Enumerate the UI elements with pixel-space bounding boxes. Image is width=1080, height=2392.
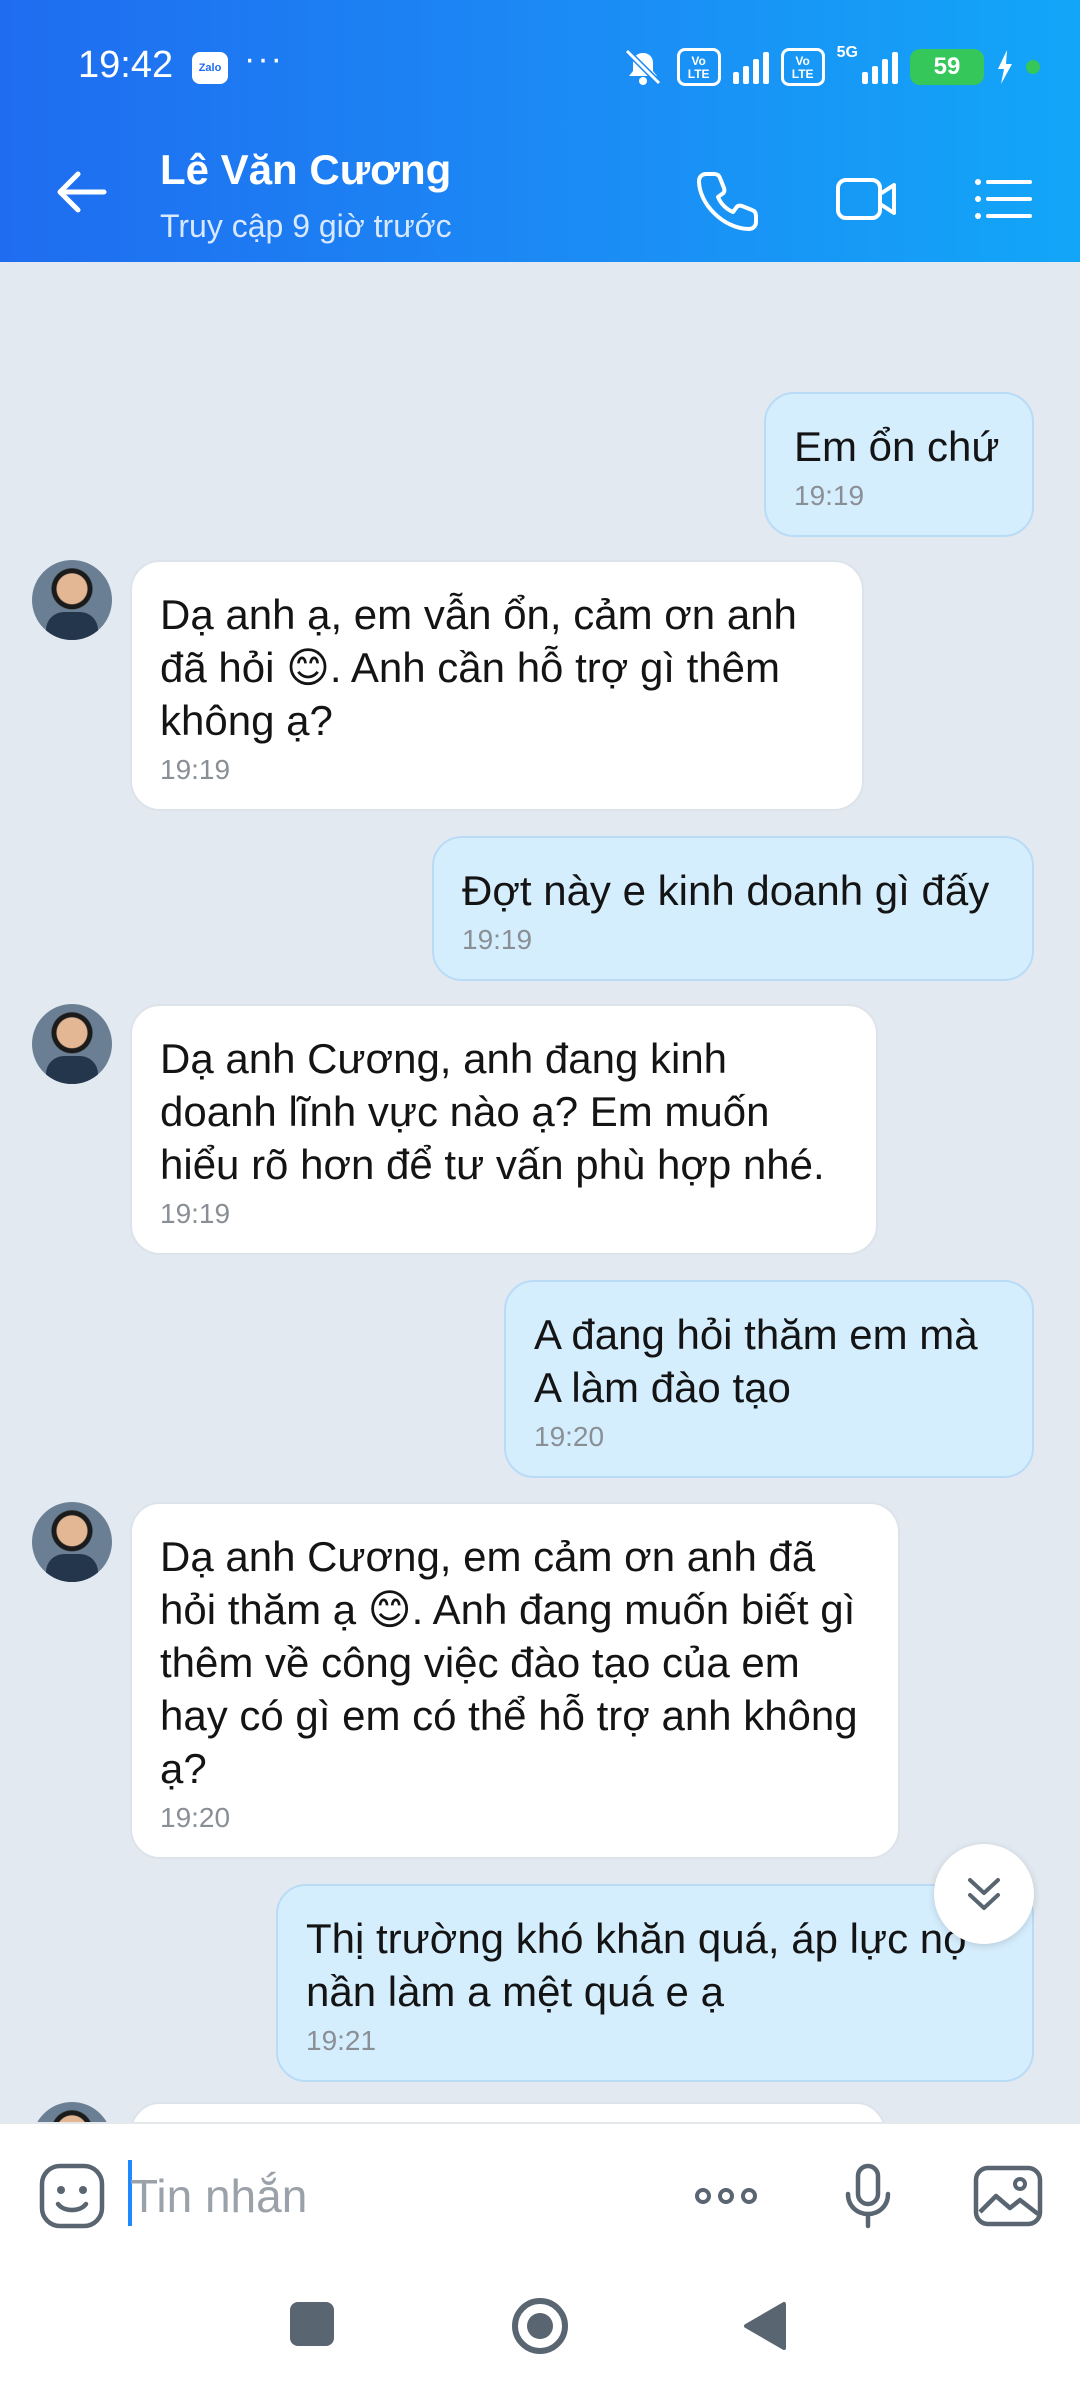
message-input[interactable] [130,2164,650,2228]
message-outgoing[interactable]: A đang hỏi thăm em mà A làm đào tạo 19:2… [504,1280,1034,1478]
contact-avatar[interactable] [32,560,112,640]
zalo-notification-icon: Zalo [192,52,228,84]
message-time: 19:19 [160,754,231,785]
contact-avatar[interactable] [32,1502,112,1582]
chat-options-button[interactable] [970,166,1036,232]
message-text: Em ổn chứ [794,423,1000,470]
home-button[interactable] [512,2298,568,2354]
volte-icon: Vo LTE [676,48,721,86]
composer-bar [0,2122,1080,2262]
message-text: Dạ anh Cương, anh đang kinh doanh lĩnh v… [160,1035,825,1188]
message-text: A đang hỏi thăm em mà A làm đào tạo [534,1311,978,1411]
message-time: 19:20 [534,1421,605,1452]
recents-button[interactable] [290,2302,334,2346]
double-chevron-down-icon [968,1878,1000,1910]
photo-gallery-button[interactable] [972,2160,1044,2232]
message-incoming[interactable]: Dạ anh Cương, em cảm ơn anh đã hỏi thăm … [130,1502,900,1859]
message-text: Dạ anh Cương, em cảm ơn anh đã hỏi thăm … [160,1533,858,1792]
sticker-button[interactable] [36,2160,108,2232]
back-nav-button[interactable] [742,2300,788,2352]
status-time: 19:42 [78,44,174,86]
battery-icon: 59 [910,49,984,85]
message-incoming[interactable]: Dạ anh Cương, anh đang kinh doanh lĩnh v… [130,1004,878,1255]
contact-avatar[interactable] [32,2102,112,2122]
contact-avatar[interactable] [32,1004,112,1084]
message-time: 19:19 [462,924,533,955]
emoji-face-icon [39,2163,105,2229]
message-text: Thị trường khó khăn quá, áp lực nợ nần l… [306,1915,971,2015]
charging-icon [998,50,1012,84]
status-bar: 19:42 Zalo ··· Vo LTE Vo LTE 5G 59 [0,0,1080,130]
contact-last-seen: Truy cập 9 giờ trước [160,208,452,244]
message-time: 19:19 [794,480,865,511]
message-text: Dạ anh ạ, em vẫn ổn, cảm ơn anh đã hỏi 😊… [160,591,797,744]
phone-icon [697,172,758,231]
message-outgoing[interactable]: Em ổn chứ 19:19 [764,392,1034,537]
system-navigation-bar [0,2262,1080,2392]
video-call-button[interactable] [834,166,900,232]
message-incoming-partial[interactable] [130,2102,886,2122]
message-time: 19:21 [306,2025,377,2056]
message-list[interactable]: Em ổn chứ 19:19 Dạ anh ạ, em vẫn ổn, cảm… [0,262,1080,2122]
privacy-indicator [1026,60,1040,74]
volte-2-icon: Vo LTE [780,48,825,86]
message-outgoing[interactable]: Đợt này e kinh doanh gì đấy 19:19 [432,836,1034,981]
menu-list-icon [975,179,1032,219]
contact-name[interactable]: Lê Văn Cương [160,146,451,194]
video-call-icon [836,178,896,220]
status-indicators: Vo LTE Vo LTE 5G 59 [621,42,1040,92]
signal-2-icon [862,50,898,84]
home-dot-icon [527,2313,553,2339]
message-outgoing[interactable]: Thị trường khó khăn quá, áp lực nợ nần l… [276,1884,1034,2082]
more-notifications-icon: ··· [244,40,284,78]
microphone-icon [845,2163,891,2229]
more-options-button[interactable] [690,2160,762,2232]
message-time: 19:19 [160,1198,231,1229]
message-time: 19:20 [160,1802,231,1833]
phone-call-button[interactable] [696,166,762,232]
scroll-to-bottom-button[interactable] [934,1844,1034,1944]
message-text: Đợt này e kinh doanh gì đấy [462,867,990,914]
chat-header: 19:42 Zalo ··· Vo LTE Vo LTE 5G 59 Lê Vă… [0,0,1080,262]
message-incoming[interactable]: Dạ anh ạ, em vẫn ổn, cảm ơn anh đã hỏi 😊… [130,560,864,811]
mute-icon [624,48,661,86]
signal-icon [732,50,769,84]
back-button[interactable] [52,162,132,222]
more-dots-icon [695,2188,757,2204]
voice-message-button[interactable] [832,2160,904,2232]
network-type: 5G [836,44,858,61]
back-arrow-icon [57,171,107,213]
image-icon [973,2165,1043,2227]
